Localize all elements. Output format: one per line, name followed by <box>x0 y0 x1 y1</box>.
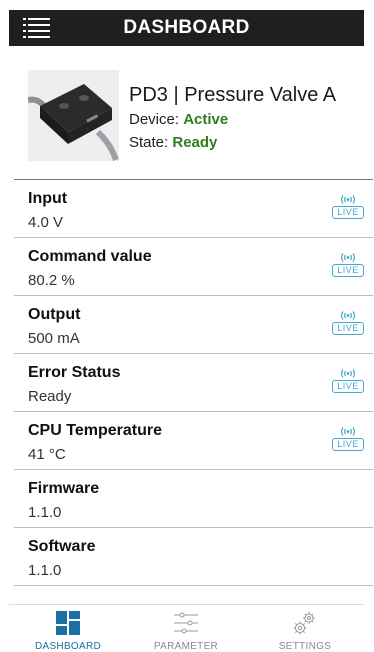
tab-label: DASHBOARD <box>34 641 102 652</box>
gears-icon <box>293 612 315 635</box>
live-indicator: LIVE <box>332 194 364 224</box>
parameter-list: Input 4.0 V LIVE Command value 80.2 % LI… <box>14 180 373 586</box>
tab-dashboard[interactable]: DASHBOARD <box>9 605 127 652</box>
list-item-input: Input 4.0 V LIVE <box>14 180 373 238</box>
live-badge: LIVE <box>332 380 364 393</box>
live-indicator: LIVE <box>332 426 364 456</box>
broadcast-icon <box>340 195 356 204</box>
row-value: Ready <box>28 388 72 405</box>
list-item-cpu-temperature: CPU Temperature 41 °C LIVE <box>14 412 373 470</box>
bottom-navigation: DASHBOARD PARAMETER SETTINGS <box>9 604 364 652</box>
device-status-line: Device: Active <box>129 111 228 128</box>
live-badge: LIVE <box>332 264 364 277</box>
state-status-value: Ready <box>172 134 218 151</box>
broadcast-icon <box>340 369 356 378</box>
device-status-label: Device: <box>129 111 180 128</box>
state-status-label: State: <box>129 134 169 151</box>
device-header: PD3 | Pressure Valve A Device: Active St… <box>0 46 374 179</box>
device-image <box>27 70 119 162</box>
live-badge: LIVE <box>332 438 364 451</box>
app-bar: DASHBOARD <box>9 10 364 46</box>
page-title: DASHBOARD <box>123 17 250 38</box>
device-status-value: Active <box>183 111 229 128</box>
device-name: PD3 | Pressure Valve A <box>129 84 337 106</box>
state-status-line: State: Ready <box>129 134 217 151</box>
tab-settings[interactable]: SETTINGS <box>246 605 364 652</box>
sliders-icon <box>174 612 198 634</box>
row-label: CPU Temperature <box>28 422 162 439</box>
dashboard-grid-icon <box>56 611 80 635</box>
tab-parameter[interactable]: PARAMETER <box>127 605 245 652</box>
row-value: 1.1.0 <box>28 504 62 521</box>
row-label: Firmware <box>28 480 100 497</box>
row-label: Software <box>28 538 96 555</box>
broadcast-icon <box>340 427 356 436</box>
list-item-software: Software 1.1.0 <box>14 528 373 586</box>
row-value: 1.1.0 <box>28 562 62 579</box>
live-indicator: LIVE <box>332 310 364 340</box>
row-label: Error Status <box>28 364 121 381</box>
row-value: 500 mA <box>28 330 80 347</box>
list-item-command-value: Command value 80.2 % LIVE <box>14 238 373 296</box>
broadcast-icon <box>340 311 356 320</box>
list-item-firmware: Firmware 1.1.0 <box>14 470 373 528</box>
live-indicator: LIVE <box>332 368 364 398</box>
row-label: Input <box>28 190 68 207</box>
row-value: 41 °C <box>28 446 66 463</box>
tab-label: PARAMETER <box>153 641 219 652</box>
tab-label: SETTINGS <box>278 641 332 652</box>
row-label: Command value <box>28 248 152 265</box>
row-value: 4.0 V <box>28 214 64 231</box>
live-badge: LIVE <box>332 206 364 219</box>
row-value: 80.2 % <box>28 272 75 289</box>
list-item-output: Output 500 mA LIVE <box>14 296 373 354</box>
broadcast-icon <box>340 253 356 262</box>
row-label: Output <box>28 306 81 323</box>
live-badge: LIVE <box>332 322 364 335</box>
list-item-error-status: Error Status Ready LIVE <box>14 354 373 412</box>
live-indicator: LIVE <box>332 252 364 282</box>
